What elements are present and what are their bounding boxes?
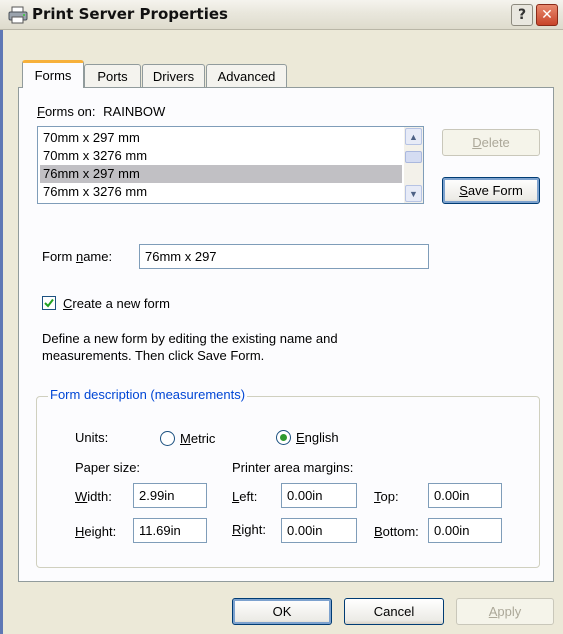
save-form-button[interactable]: Save Form [442, 177, 540, 204]
ok-button[interactable]: OK [232, 598, 332, 625]
group-title: Form description (measurements) [48, 387, 248, 402]
tab-label: Ports [97, 68, 128, 84]
tab-label: Forms [34, 68, 72, 83]
width-label: Width: [75, 489, 112, 504]
units-label: Units: [75, 430, 109, 445]
metric-radio[interactable] [160, 431, 175, 446]
bottom-margin-input[interactable]: 0.00in [428, 518, 502, 543]
chevron-down-icon: ▼ [409, 188, 418, 199]
delete-button[interactable]: Delete [442, 129, 540, 156]
create-new-form-checkbox[interactable] [42, 296, 56, 310]
tab-forms[interactable]: Forms [22, 60, 84, 88]
list-item[interactable]: 70mm x 297 mm [40, 129, 402, 147]
tab-ports[interactable]: Ports [84, 64, 141, 87]
tab-drivers[interactable]: Drivers [142, 64, 205, 87]
height-input[interactable]: 11.69in [133, 518, 207, 543]
paper-size-label: Paper size: [75, 460, 141, 475]
tab-advanced[interactable]: Advanced [206, 64, 287, 87]
list-scrollbar[interactable]: ▲ ▼ [404, 127, 423, 203]
scroll-up-button[interactable]: ▲ [405, 128, 422, 145]
top-margin-input[interactable]: 0.00in [428, 483, 502, 508]
cancel-button[interactable]: Cancel [344, 598, 444, 625]
tab-label: Advanced [217, 68, 276, 84]
scroll-down-button[interactable]: ▼ [405, 185, 422, 202]
radio-selected-dot [280, 434, 287, 441]
close-button[interactable]: ✕ [536, 4, 558, 26]
left-margin-input[interactable]: 0.00in [281, 483, 357, 508]
help-button[interactable]: ? [511, 4, 533, 26]
close-icon: ✕ [541, 7, 553, 23]
window-frame-edge [0, 30, 3, 634]
checkmark-icon [44, 298, 54, 308]
height-label: Height: [75, 524, 117, 539]
right-margin-input[interactable]: 0.00in [281, 518, 357, 543]
printer-margins-label: Printer area margins: [232, 460, 354, 475]
help-icon: ? [517, 7, 527, 23]
window-title: Print Server Properties [32, 5, 228, 23]
list-item[interactable]: 76mm x 3276 mm [40, 183, 402, 201]
list-item-selected[interactable]: 76mm x 297 mm [40, 165, 402, 183]
left-margin-label: Left: [232, 489, 258, 504]
english-radio[interactable] [276, 430, 291, 445]
printer-icon [8, 6, 28, 24]
english-label[interactable]: English [296, 430, 339, 445]
forms-on-label: Forms on: RAINBOW [37, 104, 166, 119]
forms-list[interactable]: 70mm x 297 mm 70mm x 3276 mm 76mm x 297 … [37, 126, 424, 204]
print-server-properties-dialog: Print Server Properties ? ✕ Forms Ports … [0, 0, 563, 634]
bottom-margin-label: Bottom: [374, 524, 419, 539]
form-name-input[interactable]: 76mm x 297 [139, 244, 429, 269]
top-margin-label: Top: [374, 489, 399, 504]
server-name: RAINBOW [103, 104, 166, 119]
right-margin-label: Right: [232, 522, 266, 537]
list-item[interactable]: 70mm x 3276 mm [40, 147, 402, 165]
create-new-form-label[interactable]: Create a new form [63, 296, 170, 311]
scroll-thumb[interactable] [405, 151, 422, 163]
metric-label[interactable]: Metric [180, 431, 215, 446]
chevron-up-icon: ▲ [409, 131, 418, 142]
form-name-label: Form name: [42, 249, 113, 264]
apply-button[interactable]: Apply [456, 598, 554, 625]
title-bar[interactable]: Print Server Properties ? ✕ [0, 0, 563, 30]
width-input[interactable]: 2.99in [133, 483, 207, 508]
tab-label: Drivers [152, 68, 195, 84]
description-line-2: measurements. Then click Save Form. [42, 348, 265, 363]
description-line-1: Define a new form by editing the existin… [42, 331, 338, 346]
